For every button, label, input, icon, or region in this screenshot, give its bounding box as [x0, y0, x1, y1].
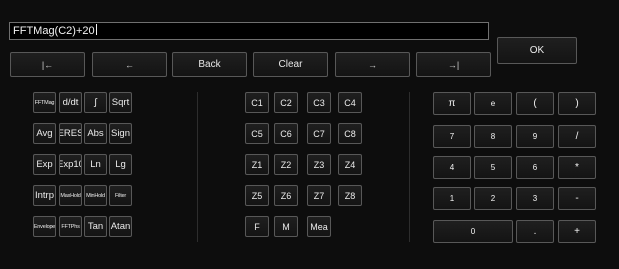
- key-divide-button[interactable]: /: [558, 125, 596, 148]
- function-exp-button[interactable]: Exp: [33, 154, 56, 175]
- source-z4-button[interactable]: Z4: [338, 154, 362, 175]
- key-1-button[interactable]: 1: [433, 187, 471, 210]
- function-fftmag-button[interactable]: FFTMag: [33, 92, 56, 113]
- function-fftphs-button[interactable]: FFTPhs: [59, 216, 82, 237]
- function-filter-button[interactable]: Filter: [109, 185, 132, 206]
- key-6-button[interactable]: 6: [516, 156, 554, 179]
- source-c1-button[interactable]: C1: [245, 92, 269, 113]
- source-z2-button[interactable]: Z2: [274, 154, 298, 175]
- key-7-button[interactable]: 7: [433, 125, 471, 148]
- key-decimal-point-button[interactable]: .: [516, 220, 554, 243]
- function-maxhold-button[interactable]: MaxHold: [59, 185, 82, 206]
- key-3-button[interactable]: 3: [516, 187, 554, 210]
- key-minus-button[interactable]: -: [558, 187, 596, 210]
- key-e-button[interactable]: e: [474, 92, 512, 115]
- key-multiply-button[interactable]: *: [558, 156, 596, 179]
- key-2-button[interactable]: 2: [474, 187, 512, 210]
- function-lg-button[interactable]: Lg: [109, 154, 132, 175]
- cursor-right-button[interactable]: →: [335, 52, 410, 77]
- key-5-button[interactable]: 5: [474, 156, 512, 179]
- source-mea-button[interactable]: Mea: [307, 216, 331, 237]
- clear-button[interactable]: Clear: [253, 52, 328, 77]
- source-c4-button[interactable]: C4: [338, 92, 362, 113]
- key-8-button[interactable]: 8: [474, 125, 512, 148]
- source-z8-button[interactable]: Z8: [338, 185, 362, 206]
- key-open-paren-button[interactable]: (: [516, 92, 554, 115]
- function-abs-button[interactable]: Abs: [84, 123, 107, 144]
- source-z3-button[interactable]: Z3: [307, 154, 331, 175]
- function-atan-button[interactable]: Atan: [109, 216, 132, 237]
- cursor-end-button[interactable]: →|: [416, 52, 491, 77]
- function-minhold-button[interactable]: MinHold: [84, 185, 107, 206]
- source-c8-button[interactable]: C8: [338, 123, 362, 144]
- function-d-dt-button[interactable]: d/dt: [59, 92, 82, 113]
- function-tan-button[interactable]: Tan: [84, 216, 107, 237]
- key-plus-button[interactable]: +: [558, 220, 596, 243]
- source-c2-button[interactable]: C2: [274, 92, 298, 113]
- function-intrp-button[interactable]: Intrp: [33, 185, 56, 206]
- source-m-button[interactable]: M: [274, 216, 298, 237]
- function-ln-button[interactable]: Ln: [84, 154, 107, 175]
- source-c3-button[interactable]: C3: [307, 92, 331, 113]
- source-z7-button[interactable]: Z7: [307, 185, 331, 206]
- ok-button[interactable]: OK: [497, 37, 577, 64]
- key-0-button[interactable]: 0: [433, 220, 513, 243]
- key-4-button[interactable]: 4: [433, 156, 471, 179]
- function-exp10-button[interactable]: Exp10: [59, 154, 82, 175]
- section-divider: [409, 92, 410, 242]
- section-divider: [197, 92, 198, 242]
- expression-text: FFTMag(C2)+20: [13, 25, 95, 37]
- function-envelope-button[interactable]: Envelope: [33, 216, 56, 237]
- source-f-button[interactable]: F: [245, 216, 269, 237]
- function-avg-button[interactable]: Avg: [33, 123, 56, 144]
- function-sqrt-button[interactable]: Sqrt: [109, 92, 132, 113]
- source-c7-button[interactable]: C7: [307, 123, 331, 144]
- text-caret: [95, 24, 97, 35]
- function-integral-button[interactable]: ∫: [84, 92, 107, 113]
- source-c6-button[interactable]: C6: [274, 123, 298, 144]
- cursor-left-button[interactable]: ←: [92, 52, 167, 77]
- source-c5-button[interactable]: C5: [245, 123, 269, 144]
- source-z6-button[interactable]: Z6: [274, 185, 298, 206]
- source-z5-button[interactable]: Z5: [245, 185, 269, 206]
- source-z1-button[interactable]: Z1: [245, 154, 269, 175]
- key-9-button[interactable]: 9: [516, 125, 554, 148]
- expression-input[interactable]: FFTMag(C2)+20: [9, 22, 489, 40]
- cursor-home-button[interactable]: |←: [10, 52, 85, 77]
- key-pi-button[interactable]: π: [433, 92, 471, 115]
- backspace-button[interactable]: Back: [172, 52, 247, 77]
- function-eres-button[interactable]: ERES: [59, 123, 82, 144]
- key-close-paren-button[interactable]: ): [558, 92, 596, 115]
- function-sign-button[interactable]: Sign: [109, 123, 132, 144]
